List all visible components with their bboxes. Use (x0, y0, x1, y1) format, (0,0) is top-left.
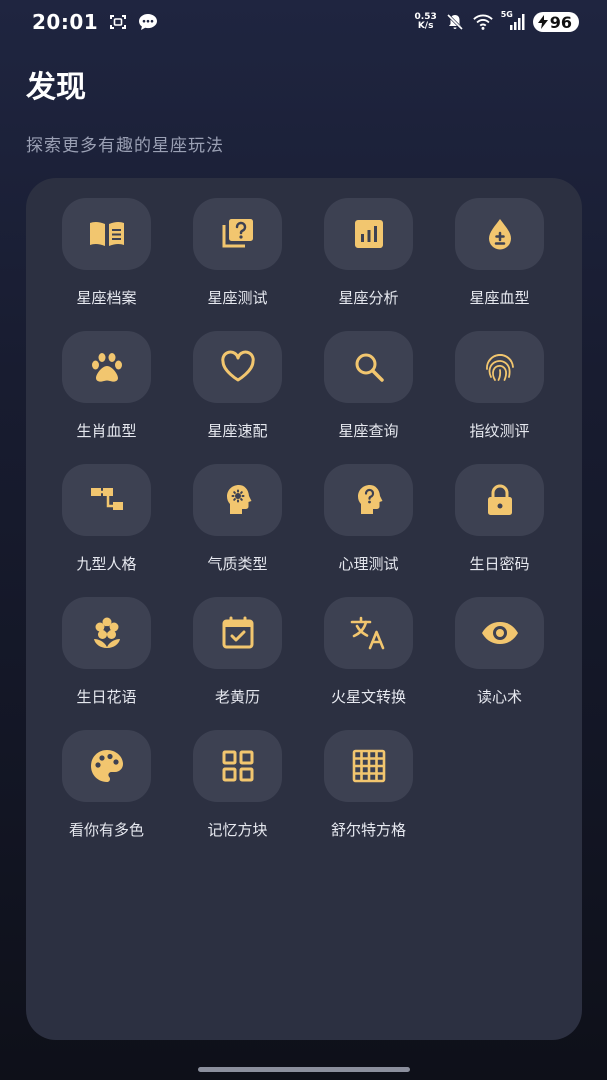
battery-level: 96 (549, 12, 572, 32)
search-icon (355, 353, 384, 382)
tool-label: 指纹测评 (469, 422, 530, 440)
tool-tile[interactable]: 心理测试 (303, 464, 434, 597)
tool-icon-box (62, 464, 151, 536)
grid-squares-icon (222, 750, 253, 782)
tool-tile[interactable]: 星座速配 (172, 331, 303, 464)
signal-icon: 5G (500, 10, 525, 32)
mute-icon (445, 12, 465, 32)
tool-tile[interactable]: 生肖血型 (41, 331, 172, 464)
tool-tile[interactable]: 读心术 (434, 597, 565, 730)
fingerprint-icon (485, 354, 514, 381)
tool-label: 记忆方块 (207, 821, 268, 839)
eye-icon (481, 622, 518, 644)
tools-panel: 星座档案 星座测试 星座分析 星座血型 生肖血型 星座速配 星座查询 指纹测评 … (26, 178, 582, 1040)
palette-icon (90, 750, 123, 782)
tool-label: 气质类型 (207, 555, 268, 573)
tool-icon-box (193, 597, 282, 669)
tool-label: 看你有多色 (68, 821, 144, 839)
tool-label: 生肖血型 (76, 422, 137, 440)
network-speed-unit: K/s (417, 21, 434, 31)
status-left: 20:01 (32, 10, 158, 34)
heart-icon (220, 350, 255, 382)
tool-icon-box (455, 198, 544, 270)
tool-label: 生日密码 (469, 555, 530, 573)
tool-tile[interactable]: 星座查询 (303, 331, 434, 464)
tool-label: 星座查询 (338, 422, 399, 440)
tool-icon-box (324, 730, 413, 802)
paw-icon (91, 353, 122, 382)
status-time: 20:01 (32, 10, 99, 34)
tool-tile[interactable]: 星座档案 (41, 198, 172, 331)
blood-drop-icon (488, 219, 511, 250)
tool-label: 星座测试 (207, 289, 268, 307)
tool-tile[interactable]: 星座测试 (172, 198, 303, 331)
tool-label: 老黄历 (214, 688, 260, 706)
tool-icon-box (193, 198, 282, 270)
tool-label: 生日花语 (76, 688, 137, 706)
tool-icon-box (193, 331, 282, 403)
tool-tile[interactable]: 舒尔特方格 (303, 730, 434, 863)
tool-icon-box (455, 464, 544, 536)
tool-tile[interactable]: 生日密码 (434, 464, 565, 597)
tool-icon-box (455, 331, 544, 403)
status-bar: 20:01 0.53 K/s 5G 96 (0, 0, 607, 44)
tool-label: 九型人格 (76, 555, 137, 573)
tool-icon-box (324, 198, 413, 270)
head-question-icon (357, 485, 382, 514)
tool-label: 星座分析 (338, 289, 399, 307)
tool-tile[interactable]: 指纹测评 (434, 331, 565, 464)
tool-tile[interactable]: 九型人格 (41, 464, 172, 597)
table-grid-icon (352, 749, 385, 783)
tool-icon-box (62, 198, 151, 270)
bar-chart-icon (354, 220, 383, 248)
tool-label: 星座速配 (207, 422, 268, 440)
tool-icon-box (324, 597, 413, 669)
tool-label: 星座档案 (76, 289, 137, 307)
tool-tile[interactable]: 生日花语 (41, 597, 172, 730)
flower-icon (93, 617, 120, 648)
tool-label: 心理测试 (338, 555, 399, 573)
network-speed: 0.53 K/s (415, 13, 437, 31)
tool-icon-box (455, 597, 544, 669)
page-subtitle: 探索更多有趣的星座玩法 (26, 136, 224, 156)
tool-label: 火星文转换 (330, 688, 406, 706)
tool-icon-box (62, 331, 151, 403)
calendar-check-icon (222, 616, 253, 649)
translate-icon (350, 616, 384, 650)
page-title: 发现 (26, 70, 86, 105)
tool-icon-box (62, 730, 151, 802)
battery-charging-icon (537, 15, 548, 29)
message-icon (138, 12, 158, 32)
tool-tile[interactable]: 星座血型 (434, 198, 565, 331)
tool-tile[interactable]: 星座分析 (303, 198, 434, 331)
tool-label: 星座血型 (469, 289, 530, 307)
tool-tile[interactable]: 看你有多色 (41, 730, 172, 863)
tool-tile[interactable]: 记忆方块 (172, 730, 303, 863)
hierarchy-icon (90, 488, 123, 510)
status-right: 0.53 K/s 5G 96 (415, 10, 579, 32)
tool-tile[interactable]: 气质类型 (172, 464, 303, 597)
quiz-icon (222, 219, 253, 248)
screenshot-icon (108, 12, 128, 32)
lock-icon (487, 484, 512, 515)
tool-icon-box (324, 331, 413, 403)
tool-icon-box (324, 464, 413, 536)
tool-icon-box (193, 464, 282, 536)
wifi-icon (472, 12, 493, 32)
tool-icon-box (62, 597, 151, 669)
battery-indicator: 96 (532, 12, 579, 32)
head-gear-icon (226, 485, 251, 514)
home-indicator[interactable] (198, 1067, 410, 1072)
book-icon (89, 221, 124, 246)
tool-tile[interactable]: 火星文转换 (303, 597, 434, 730)
tool-tile[interactable]: 老黄历 (172, 597, 303, 730)
tool-label: 读心术 (476, 688, 522, 706)
tool-icon-box (193, 730, 282, 802)
tools-grid: 星座档案 星座测试 星座分析 星座血型 生肖血型 星座速配 星座查询 指纹测评 … (41, 198, 565, 863)
signal-label: 5G (500, 10, 513, 19)
tool-label: 舒尔特方格 (330, 821, 406, 839)
